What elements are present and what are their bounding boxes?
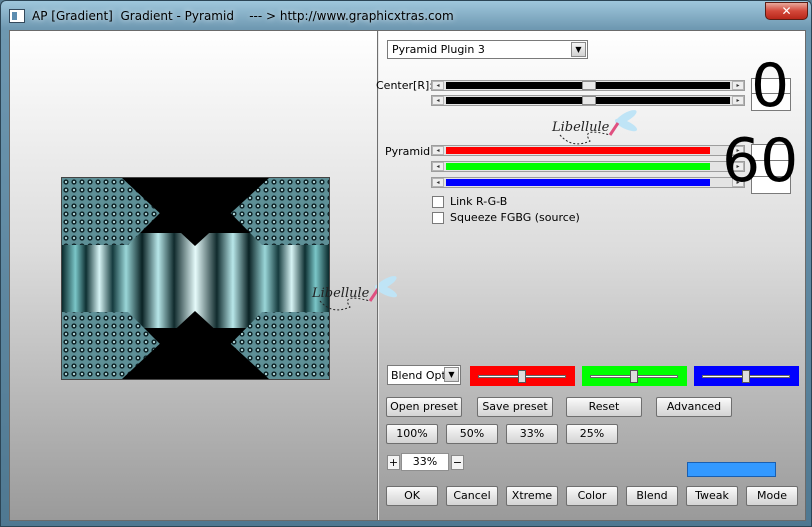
slider-thumb[interactable] [742, 370, 750, 383]
zoom-plus-button[interactable]: + [387, 455, 400, 470]
slider-thumb[interactable] [518, 370, 526, 383]
arrow-left-icon[interactable]: ◂ [432, 146, 444, 155]
link-rgb-label: Link R-G-B [450, 195, 508, 208]
zoom-50-button[interactable]: 50% [446, 424, 498, 444]
zoom-value-field[interactable]: 33% [401, 453, 449, 471]
slider-thumb[interactable] [582, 81, 596, 90]
plugin-select[interactable]: Pyramid Plugin 3 ▼ [387, 40, 588, 59]
red-channel-slider[interactable] [470, 366, 575, 386]
squeeze-checkbox[interactable] [432, 212, 444, 224]
zoom-100-button[interactable]: 100% [386, 424, 438, 444]
arrow-left-icon[interactable]: ◂ [432, 96, 444, 105]
slider-thumb[interactable] [630, 370, 638, 383]
arrow-left-icon[interactable]: ◂ [432, 162, 444, 171]
link-rgb-checkbox[interactable] [432, 196, 444, 208]
link-rgb-option[interactable]: Link R-G-B [432, 195, 507, 208]
xtreme-button[interactable]: Xtreme [506, 486, 558, 506]
zoom-33-button[interactable]: 33% [506, 424, 558, 444]
slider-track-green [446, 163, 710, 170]
center-label: Center[R]: [376, 79, 433, 92]
pyramid-slider-blue[interactable]: ◂ ▸ [431, 177, 745, 188]
reset-button[interactable]: Reset [566, 397, 642, 417]
plugin-select-value: Pyramid Plugin 3 [392, 43, 485, 56]
svg-text:Libellule: Libellule [551, 120, 610, 135]
pyramid-label: Pyramid: [385, 145, 434, 158]
squeeze-option[interactable]: Squeeze FGBG (source) [432, 211, 580, 224]
zoom-minus-button[interactable]: − [451, 455, 464, 470]
slider-track-red [446, 147, 710, 154]
green-channel-slider[interactable] [582, 366, 687, 386]
plugin-window: AP [Gradient] Gradient - Pyramid --- > h… [0, 0, 812, 527]
chevron-down-icon[interactable]: ▼ [444, 367, 459, 382]
color-swatch[interactable] [687, 462, 776, 477]
save-preset-button[interactable]: Save preset [477, 397, 553, 417]
chevron-down-icon[interactable]: ▼ [571, 42, 586, 57]
dialog-client-area: Libellule Pyramid Plugin 3 ▼ Center[R]: … [9, 30, 806, 521]
ok-button[interactable]: OK [386, 486, 438, 506]
tweak-button[interactable]: Tweak [686, 486, 738, 506]
advanced-button[interactable]: Advanced [656, 397, 732, 417]
title-bar[interactable]: AP [Gradient] Gradient - Pyramid --- > h… [1, 1, 811, 31]
watermark-logo: Libellule [311, 276, 398, 311]
panel-divider [377, 31, 379, 520]
center-value-display: 0 [751, 51, 790, 121]
blend-button[interactable]: Blend [626, 486, 678, 506]
svg-text:Libellule: Libellule [311, 286, 370, 301]
gradient-preview [61, 177, 330, 380]
close-button[interactable]: ✕ [765, 2, 808, 20]
pyramid-slider-red[interactable]: ◂ ▸ [431, 145, 745, 156]
window-title: AP [Gradient] Gradient - Pyramid --- > h… [32, 9, 454, 23]
cancel-button[interactable]: Cancel [446, 486, 498, 506]
squeeze-label: Squeeze FGBG (source) [450, 211, 580, 224]
arrow-left-icon[interactable]: ◂ [432, 178, 444, 187]
mode-button[interactable]: Mode [746, 486, 798, 506]
slider-track-blue [446, 179, 710, 186]
preview-image [62, 178, 329, 379]
zoom-25-button[interactable]: 25% [566, 424, 618, 444]
color-button[interactable]: Color [566, 486, 618, 506]
app-icon [9, 9, 25, 23]
blue-channel-slider[interactable] [694, 366, 799, 386]
arrow-left-icon[interactable]: ◂ [432, 81, 444, 90]
center-slider-1[interactable]: ◂ ▸ [431, 80, 745, 91]
pyramid-value-display: 60 [722, 126, 799, 196]
open-preset-button[interactable]: Open preset [386, 397, 462, 417]
arrow-right-icon[interactable]: ▸ [732, 96, 744, 105]
pyramid-slider-green[interactable]: ◂ ▸ [431, 161, 745, 172]
blend-options-select[interactable]: Blend Optio ▼ [387, 365, 461, 385]
arrow-right-icon[interactable]: ▸ [732, 81, 744, 90]
